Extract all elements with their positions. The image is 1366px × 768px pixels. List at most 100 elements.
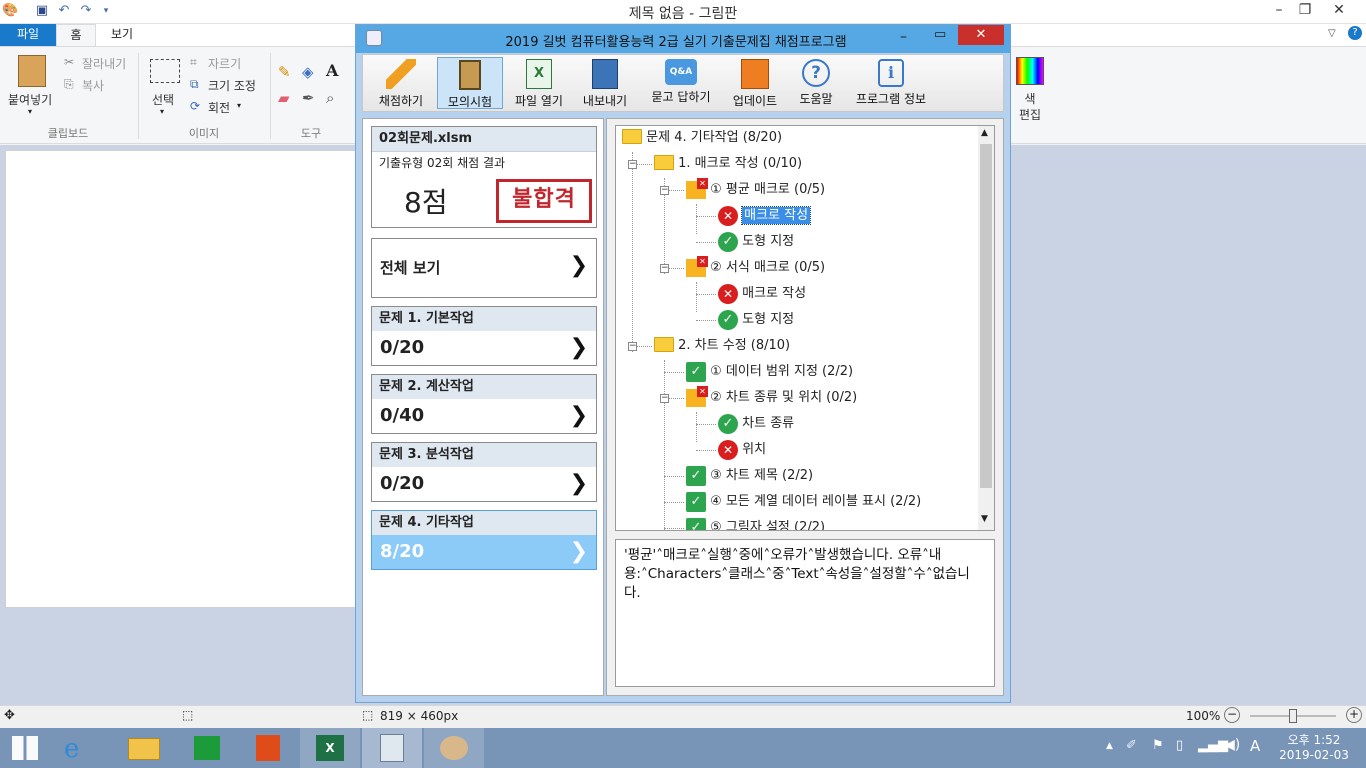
grader-maximize-button[interactable]: ▭	[934, 27, 946, 42]
tree-node-label: ① 데이터 범위 지정 (2/2)	[710, 364, 854, 379]
color-edit-button[interactable]: 색 편집	[1018, 91, 1042, 123]
store-icon	[194, 736, 220, 760]
help-icon: ?	[802, 59, 830, 87]
clock[interactable]: 오후 1:52 2019-02-03	[1276, 733, 1352, 763]
tree-node[interactable]: ✕ ① 평균 매크로 (0/5)	[686, 177, 825, 202]
taskbar: e X ▲ ✐ ⚑ ▯ ▂▄▆ ◀) A 오후 1:52 2019-02-03	[0, 728, 1366, 768]
magnifier-icon[interactable]: ⌕	[326, 89, 334, 107]
collapse-toggle[interactable]: −	[660, 394, 669, 403]
tree-node[interactable]: ✓ 도형 지정	[718, 308, 794, 332]
tree-node-root[interactable]: 문제 4. 기타작업 (8/20)	[622, 126, 782, 150]
grade-button[interactable]: 채점하기	[373, 57, 429, 109]
tree-node[interactable]: ✓ ④ 모든 계열 데이터 레이블 표시 (2/2)	[686, 490, 921, 514]
problem-card-1[interactable]: 문제 1. 기본작업 0/20 ❯	[371, 306, 597, 366]
pen-icon[interactable]: ✐	[1126, 738, 1137, 753]
eraser-icon[interactable]: ▰	[278, 89, 290, 107]
taskbar-store[interactable]	[176, 728, 236, 768]
zoom-level: 100%	[1186, 709, 1221, 723]
tab-file[interactable]: 파일	[0, 24, 56, 46]
problem-card-3[interactable]: 문제 3. 분석작업 0/20 ❯	[371, 442, 597, 502]
tree-node[interactable]: ✕ ② 차트 종류 및 위치 (0/2)	[686, 385, 857, 410]
program-info-button[interactable]: i 프로그램 정보	[849, 57, 933, 109]
export-button[interactable]: 내보내기	[577, 57, 633, 109]
open-file-button[interactable]: X 파일 열기	[509, 57, 569, 109]
tab-view[interactable]: 보기	[100, 24, 144, 46]
select-button[interactable]: 선택	[152, 91, 174, 108]
problem-card-2[interactable]: 문제 2. 계산작업 0/40 ❯	[371, 374, 597, 434]
error-folder-icon: ✕	[686, 177, 708, 199]
collapse-ribbon-icon[interactable]: ▽	[1328, 28, 1336, 39]
paste-button[interactable]: 붙여넣기	[8, 91, 52, 108]
resize-button[interactable]: 크기 조정	[208, 77, 256, 94]
tree-node-selected[interactable]: ✕ 매크로 작성	[718, 204, 812, 228]
taskbar-explorer[interactable]	[114, 728, 174, 768]
scroll-thumb[interactable]	[980, 144, 992, 488]
tree-node-label: 1. 매크로 작성 (0/10)	[678, 156, 803, 171]
pencil-icon[interactable]: ✎	[278, 63, 291, 81]
chevron-right-icon: ❯	[569, 539, 588, 564]
update-button[interactable]: 업데이트	[727, 57, 783, 109]
tree-node[interactable]: ✓ 차트 종류	[718, 412, 794, 436]
tree-scrollbar[interactable]: ▲ ▼	[978, 126, 994, 530]
tree-node[interactable]: 1. 매크로 작성 (0/10)	[654, 152, 802, 176]
result-subtitle: 기출유형 02회 채점 결과	[372, 151, 596, 175]
select-dropdown-icon[interactable]: ▾	[160, 107, 164, 116]
copy-button[interactable]: 복사	[82, 77, 104, 94]
grader-minimize-button[interactable]: –	[900, 29, 907, 45]
fill-icon[interactable]: ◈	[302, 63, 314, 81]
taskbar-office[interactable]	[238, 728, 298, 768]
chevron-right-icon: ❯	[569, 253, 588, 278]
flag-icon[interactable]: ⚑	[1152, 738, 1164, 753]
grading-tree[interactable]: − − − − − 문제 4. 기타작업 (8/20) 1. 매크로 작성 (0…	[615, 125, 995, 531]
taskbar-excel[interactable]: X	[300, 728, 360, 768]
color-picker-icon[interactable]: ✒	[302, 89, 315, 107]
ime-indicator[interactable]: A	[1250, 737, 1260, 755]
paste-dropdown-icon[interactable]: ▾	[28, 107, 32, 116]
error-folder-icon: ✕	[686, 385, 708, 407]
zoom-out-button[interactable]: −	[1224, 707, 1240, 723]
error-icon: ✕	[718, 205, 738, 226]
tree-node[interactable]: ✕ ② 서식 매크로 (0/5)	[686, 255, 825, 280]
taskbar-ie[interactable]: e	[50, 728, 110, 768]
collapse-toggle[interactable]: −	[660, 264, 669, 273]
color-edit-icon[interactable]	[1016, 57, 1044, 85]
tree-node[interactable]: ✕ 매크로 작성	[718, 282, 806, 306]
zoom-in-button[interactable]: +	[1346, 707, 1362, 723]
crop-button[interactable]: 자르기	[208, 55, 241, 72]
select-icon[interactable]	[150, 59, 180, 83]
collapse-toggle[interactable]: −	[628, 342, 637, 351]
tree-node[interactable]: ✓ ⑤ 그림자 설정 (2/2)	[686, 516, 825, 530]
check-icon: ✓	[686, 465, 706, 486]
volume-icon[interactable]: ◀)	[1224, 737, 1240, 753]
text-icon[interactable]: A	[326, 61, 338, 80]
problem-card-4[interactable]: 문제 4. 기타작업 8/20 ❯	[371, 510, 597, 570]
tree-node[interactable]: ✓ ③ 차트 제목 (2/2)	[686, 464, 813, 488]
close-button[interactable]: ✕	[1316, 0, 1362, 22]
grader-close-button[interactable]: ✕	[958, 25, 1004, 45]
scroll-up-icon[interactable]: ▲	[981, 128, 988, 138]
scroll-down-icon[interactable]: ▼	[981, 514, 988, 524]
taskbar-grader[interactable]	[362, 728, 422, 768]
tab-home[interactable]: 홈	[56, 24, 96, 46]
tree-node[interactable]: 2. 차트 수정 (8/10)	[654, 334, 790, 358]
collapse-toggle[interactable]: −	[660, 186, 669, 195]
collapse-toggle[interactable]: −	[628, 160, 637, 169]
view-all-card[interactable]: 전체 보기 ❯	[371, 238, 597, 298]
help-icon[interactable]: ?	[1348, 26, 1362, 40]
help-button[interactable]: ? 도움말	[791, 57, 841, 109]
tree-node[interactable]: ✕ 위치	[718, 438, 766, 462]
rotate-dropdown-icon[interactable]: ▾	[237, 101, 241, 110]
tree-node[interactable]: ✓ ① 데이터 범위 지정 (2/2)	[686, 360, 853, 384]
rotate-button[interactable]: 회전	[208, 99, 230, 116]
cut-button[interactable]: 잘라내기	[82, 55, 126, 72]
qa-button[interactable]: Q&A 묻고 답하기	[643, 57, 719, 109]
battery-icon[interactable]: ▯	[1176, 738, 1183, 753]
zoom-slider-thumb[interactable]	[1289, 709, 1297, 723]
paste-icon[interactable]	[18, 55, 46, 87]
tree-node[interactable]: ✓ 도형 지정	[718, 230, 794, 254]
drawing-canvas[interactable]	[5, 150, 356, 608]
taskbar-paint[interactable]	[424, 728, 484, 768]
mock-exam-button[interactable]: 모의시험	[437, 57, 503, 109]
tree-line	[696, 412, 697, 442]
show-hidden-icons[interactable]: ▲	[1106, 741, 1113, 751]
